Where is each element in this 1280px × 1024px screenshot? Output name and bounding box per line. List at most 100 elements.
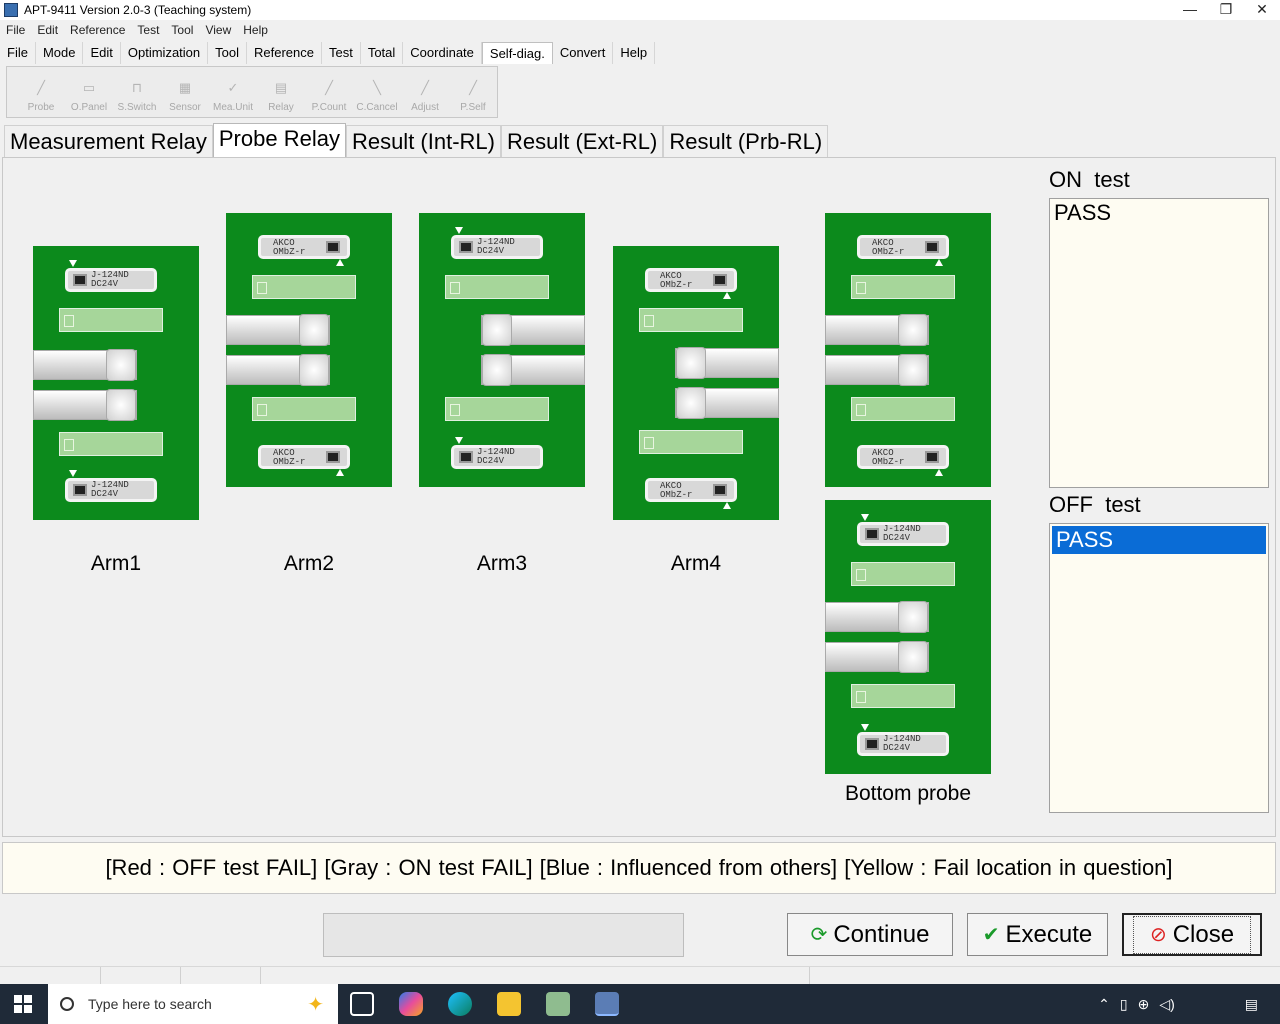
windows-start-icon[interactable]: [14, 995, 32, 1013]
menu2-self-diag[interactable]: Self-diag.: [481, 42, 553, 64]
speaker-icon[interactable]: ◁): [1159, 996, 1174, 1013]
refresh-icon: ⟳: [810, 924, 828, 946]
menu-tool[interactable]: Tool: [165, 23, 199, 37]
relay-d: J-124ND DC24V: [65, 478, 157, 502]
toolbar-probe-self[interactable]: ╱ P.Self: [449, 67, 497, 117]
relay-c: [252, 397, 356, 421]
menu-reference[interactable]: Reference: [64, 23, 131, 37]
relay-print: AKCO OMbZ-r: [660, 481, 693, 500]
toolbar-operation-panel[interactable]: ▭ O.Panel: [65, 67, 113, 117]
menu2-coordinate[interactable]: Coordinate: [403, 42, 482, 64]
probe-self-icon: ╱: [469, 80, 477, 95]
toolbar-relay[interactable]: ▤ Relay: [257, 67, 305, 117]
probe-1: [825, 314, 929, 346]
probe-2: [675, 387, 779, 419]
on-test-label: ON test: [1049, 167, 1130, 192]
minimize-button[interactable]: —: [1172, 0, 1208, 20]
edge-browser-icon[interactable]: [448, 992, 472, 1016]
off-test-item-selected[interactable]: PASS: [1052, 526, 1266, 554]
menu-edit[interactable]: Edit: [31, 23, 64, 37]
copilot-icon[interactable]: [399, 992, 423, 1016]
chip-icon: [326, 451, 340, 463]
toolbar-count-cancel[interactable]: ╲ C.Cancel: [353, 67, 401, 117]
tab-strip: Measurement Relay Probe Relay Result (In…: [4, 123, 829, 157]
off-test-list[interactable]: PASS: [1049, 523, 1269, 813]
arm2-label: Arm2: [283, 552, 335, 575]
status-divider: [809, 967, 810, 985]
chip-icon: [326, 241, 340, 253]
toolbar-sensor[interactable]: ▦ Sensor: [161, 67, 209, 117]
probe-tip-icon: [299, 354, 329, 386]
close-window-button[interactable]: ✕: [1244, 0, 1280, 20]
probe-1: [675, 347, 779, 379]
marker-icon: [69, 470, 77, 477]
measurement-unit-icon: ✓: [227, 80, 239, 95]
on-test-item[interactable]: PASS: [1050, 199, 1268, 227]
toolbar-measurement-unit[interactable]: ✓ Mea.Unit: [209, 67, 257, 117]
continue-button[interactable]: ⟳ Continue: [787, 913, 953, 956]
menu2-convert[interactable]: Convert: [553, 42, 614, 64]
arm4-board: AKCO OMbZ-r AKCO OMbZ-r: [613, 246, 779, 520]
relay-c: [639, 430, 743, 454]
toolbar-probe-count[interactable]: ╱ P.Count: [305, 67, 353, 117]
menu2-tool[interactable]: Tool: [208, 42, 247, 64]
taskbar-search[interactable]: Type here to search ✦: [48, 984, 338, 1024]
file-explorer-icon[interactable]: [497, 992, 521, 1016]
toolbar-switch[interactable]: ⊓ S.Switch: [113, 67, 161, 117]
sensor-icon: ▦: [178, 80, 192, 95]
marker-icon: [935, 259, 943, 266]
notification-icon[interactable]: ▤: [1245, 996, 1258, 1013]
chevron-up-icon[interactable]: ⌃: [1098, 996, 1110, 1013]
relay-d: AKCO OMbZ-r: [645, 478, 737, 502]
window-controls: — ❐ ✕: [1172, 0, 1280, 20]
menu2-mode[interactable]: Mode: [36, 42, 84, 64]
relay-print: J-124ND DC24V: [883, 734, 921, 753]
on-test-list[interactable]: PASS: [1049, 198, 1269, 488]
menu2-edit[interactable]: Edit: [83, 42, 121, 64]
apt-app-icon[interactable]: [595, 992, 619, 1016]
marker-icon: [69, 260, 77, 267]
menu-file[interactable]: File: [0, 23, 31, 37]
relay-d: AKCO OMbZ-r: [258, 445, 350, 469]
relay-d: J-124ND DC24V: [451, 445, 543, 469]
relay-d: AKCO OMbZ-r: [857, 445, 949, 469]
menu2-reference[interactable]: Reference: [247, 42, 322, 64]
probe-tip-icon: [299, 314, 329, 346]
arm4-label: Arm4: [670, 552, 722, 575]
marker-icon: [935, 469, 943, 476]
relay-print: AKCO OMbZ-r: [872, 448, 905, 467]
restore-button[interactable]: ❐: [1208, 0, 1244, 20]
status-divider: [260, 967, 261, 985]
menu-view[interactable]: View: [199, 23, 237, 37]
tab-result-int-rl[interactable]: Result (Int-RL): [345, 125, 501, 157]
progress-bar: [323, 913, 684, 957]
title-bar: APT-9411 Version 2.0-3 (Teaching system)…: [0, 0, 1280, 20]
tab-result-ext-rl[interactable]: Result (Ext-RL): [501, 125, 664, 157]
menu2-test[interactable]: Test: [322, 42, 361, 64]
probe-tip-icon: [106, 349, 136, 381]
menu2-file[interactable]: File: [0, 42, 36, 64]
network-icon[interactable]: ⊕: [1138, 996, 1150, 1013]
tab-probe-relay[interactable]: Probe Relay: [212, 123, 346, 157]
task-view-icon[interactable]: [350, 992, 374, 1016]
menu-test[interactable]: Test: [131, 23, 165, 37]
tab-measurement-relay[interactable]: Measurement Relay: [4, 125, 213, 157]
probe-tip-icon: [898, 601, 928, 633]
device-icon[interactable]: ▯: [1120, 996, 1128, 1013]
menu2-help[interactable]: Help: [613, 42, 656, 64]
toolbar-adjust[interactable]: ╱ Adjust: [401, 67, 449, 117]
toolbar-probe[interactable]: ╱ Probe: [17, 67, 65, 117]
menu2-optimization[interactable]: Optimization: [121, 42, 209, 64]
switch-icon: ⊓: [131, 80, 143, 95]
menu-help[interactable]: Help: [237, 23, 274, 37]
close-button[interactable]: ⊘ Close: [1122, 913, 1262, 956]
search-icon: [60, 997, 74, 1011]
paint-app-icon[interactable]: [546, 992, 570, 1016]
tab-result-prb-rl[interactable]: Result (Prb-RL): [663, 125, 829, 157]
menu2-total[interactable]: Total: [361, 42, 404, 64]
probe-2: [481, 354, 585, 386]
marker-icon: [861, 724, 869, 731]
relay-a: J-124ND DC24V: [65, 268, 157, 292]
relay-a: J-124ND DC24V: [857, 522, 949, 546]
execute-button[interactable]: ✔ Execute: [967, 913, 1108, 956]
